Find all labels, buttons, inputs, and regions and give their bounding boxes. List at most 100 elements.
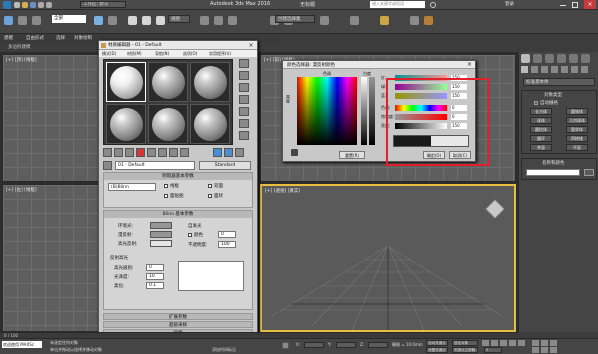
blackness-slider[interactable] [369,77,375,145]
undo-icon[interactable] [4,16,13,25]
uv-tiling-icon[interactable] [239,95,249,104]
checkbox-twosided[interactable]: 双面 [208,183,223,189]
put-to-scene-icon[interactable] [114,148,123,157]
menu-material[interactable]: 材质(M) [127,51,142,57]
tab-freeform[interactable]: 自由形式 [26,35,44,41]
specular-swatch[interactable] [150,240,172,247]
show-end-result-icon[interactable] [224,148,233,157]
menu-mode[interactable]: 模式(D) [102,51,116,57]
hierarchy-tab-icon[interactable] [545,54,554,63]
maximize-icon[interactable] [572,2,578,8]
link-icon[interactable] [18,16,27,25]
rollout-extended[interactable]: 扩展参数 [103,313,253,320]
checkbox-color[interactable]: 颜色 [188,232,203,238]
zoom-icon[interactable] [532,340,539,346]
soften-value[interactable]: 0.1 [146,282,164,289]
z-coordinate-field[interactable] [368,342,388,348]
sphere-button[interactable]: 球体 [530,117,552,124]
workspace-dropdown[interactable]: 工作区: 默认 [80,1,126,8]
angle-snap-icon[interactable] [214,16,223,25]
cameras-icon[interactable] [551,66,558,73]
cylinder-button[interactable]: 圆柱体 [530,126,552,133]
torus-button[interactable]: 圆环 [530,135,552,142]
checkbox-facemap[interactable]: 面贴图 [164,193,184,199]
eyedropper-icon[interactable] [291,149,298,156]
render-icon[interactable] [424,16,433,25]
menu-options[interactable]: 选项(O) [183,51,197,57]
show-map-icon[interactable] [213,148,222,157]
go-to-start-icon[interactable] [482,340,489,346]
close-icon[interactable]: × [584,0,596,9]
geosphere-button[interactable]: 几何球体 [566,117,588,124]
login-button[interactable]: 登录 [505,1,514,7]
teapot-button[interactable]: 茶壶 [530,144,552,151]
rollout-supersampling[interactable]: 超级采样 [103,321,253,328]
redo-icon[interactable] [46,2,52,8]
sample-slot[interactable] [148,104,188,144]
new-file-icon[interactable] [14,2,20,8]
sample-slot[interactable] [106,104,146,144]
unlink-icon[interactable] [32,16,41,25]
modify-tab-icon[interactable] [533,54,542,63]
helpers-icon[interactable] [561,66,568,73]
put-to-library-icon[interactable] [169,148,178,157]
render-setup-icon[interactable] [410,16,419,25]
previous-frame-icon[interactable] [491,340,498,346]
save-file-icon[interactable] [30,2,36,8]
reset-button[interactable]: 重置(R) [339,151,365,159]
systems-icon[interactable] [581,66,588,73]
self-illum-value[interactable]: 0 [218,231,236,238]
move-icon[interactable] [128,16,137,25]
video-color-icon[interactable] [239,107,249,116]
primitive-type-dropdown[interactable]: 标准基本体 [523,78,595,86]
lights-icon[interactable] [541,66,548,73]
object-name-field[interactable] [526,169,580,176]
shapes-icon[interactable] [531,66,538,73]
close-icon[interactable]: × [465,61,474,68]
add-time-tag[interactable]: 添加时间标记 [212,347,236,353]
make-unique-icon[interactable] [158,148,167,157]
material-editor-icon[interactable] [380,16,389,25]
snap-icon[interactable] [200,16,209,25]
motion-tab-icon[interactable] [557,54,566,63]
lock-selection-icon[interactable] [282,342,289,349]
rotate-icon[interactable] [142,16,151,25]
menu-utilities[interactable]: 实用程序(U) [209,51,231,57]
close-icon[interactable]: × [247,42,255,49]
tab-modeling[interactable]: 建模 [4,35,13,41]
layer-icon[interactable] [320,16,329,25]
selection-filter-dropdown[interactable]: 全部 [52,15,86,23]
undo-icon[interactable] [38,2,44,8]
viewport-top-label[interactable]: [+] [顶] [线框] [6,57,37,63]
sample-type-icon[interactable] [239,59,249,68]
box-button[interactable]: 长方体 [530,108,552,115]
maximize-viewport-icon[interactable] [550,347,557,353]
pan-icon[interactable] [532,347,539,353]
whiteness-slider[interactable] [361,77,367,145]
shader-type-dropdown[interactable]: (B)Blinn [108,183,156,191]
tab-object-paint[interactable]: 对象绘制 [74,35,92,41]
go-to-parent-icon[interactable] [235,148,244,157]
glossiness-value[interactable]: 10 [146,273,164,280]
checkbox-autogrid[interactable]: 自动栅格 [534,100,558,106]
utilities-tab-icon[interactable] [581,54,590,63]
reset-material-icon[interactable] [136,148,145,157]
sample-slot[interactable] [148,62,188,102]
sample-slot[interactable] [190,104,230,144]
tab-selection[interactable]: 选择 [56,35,65,41]
viewport-perspective[interactable]: [+] [透视] [真实] [260,184,516,332]
play-icon[interactable] [500,340,507,346]
pyramid-button[interactable]: 四棱锥 [566,135,588,142]
percent-snap-icon[interactable] [228,16,237,25]
checkbox-wire[interactable]: 线框 [164,183,179,189]
named-selection-dropdown[interactable]: 创建选择集 [275,15,315,23]
polygon-modeling-label[interactable]: 多边形建模 [8,44,31,50]
geometry-icon[interactable] [521,66,528,73]
display-tab-icon[interactable] [569,54,578,63]
copy-material-icon[interactable] [147,148,156,157]
app-logo-icon[interactable] [3,1,11,9]
search-input[interactable]: 键入关键字或短语 [370,1,425,8]
background-icon[interactable] [239,83,249,92]
zoom-extents-icon[interactable] [550,340,557,346]
material-name-field[interactable]: 01 - Default [115,161,195,170]
